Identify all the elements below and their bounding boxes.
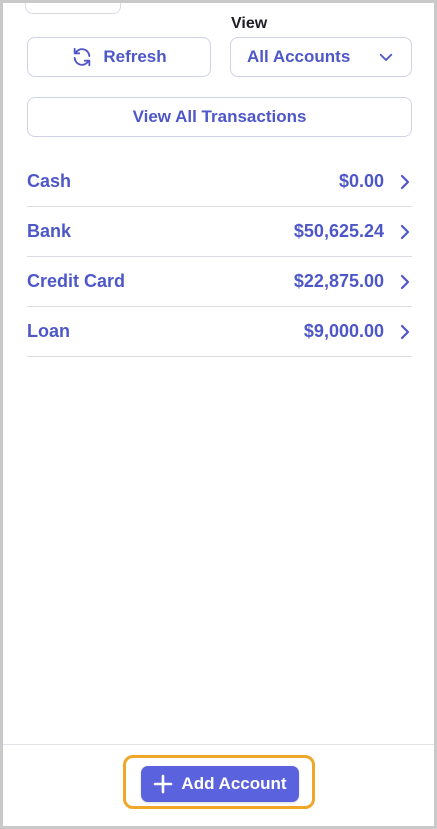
chevron-right-icon — [398, 324, 412, 340]
add-account-button[interactable]: Add Account — [141, 766, 299, 802]
account-amount: $50,625.24 — [293, 221, 384, 241]
accounts-list: Cash $0.00 Bank $50,625.24 Credit Card $… — [27, 157, 412, 357]
view-all-transactions-button[interactable]: View All Transactions — [27, 97, 412, 137]
chevron-down-icon — [379, 53, 393, 61]
view-select-value: All Accounts — [247, 47, 351, 66]
account-row-bank[interactable]: Bank $50,625.24 — [27, 207, 412, 257]
account-name: Credit Card — [27, 271, 126, 291]
app-frame: View Refresh All Accounts View All Trans… — [0, 0, 437, 829]
view-all-transactions-label: View All Transactions — [132, 107, 307, 126]
refresh-label: Refresh — [103, 47, 167, 66]
account-amount: $9,000.00 — [303, 321, 384, 341]
view-select[interactable]: All Accounts — [230, 37, 412, 77]
chevron-right-icon — [398, 174, 412, 190]
account-amount: $0.00 — [338, 171, 384, 191]
account-row-cash[interactable]: Cash $0.00 — [27, 157, 412, 207]
account-name: Bank — [27, 221, 72, 241]
chevron-right-icon — [398, 224, 412, 240]
plus-icon — [153, 774, 173, 794]
add-account-highlight: Add Account — [123, 755, 315, 809]
chevron-right-icon — [398, 274, 412, 290]
account-row-loan[interactable]: Loan $9,000.00 — [27, 307, 412, 357]
add-account-label: Add Account — [181, 774, 287, 793]
account-name: Cash — [27, 171, 72, 191]
account-row-credit-card[interactable]: Credit Card $22,875.00 — [27, 257, 412, 307]
partial-control-top[interactable] — [25, 3, 121, 14]
refresh-button[interactable]: Refresh — [27, 37, 211, 77]
account-amount: $22,875.00 — [293, 271, 384, 291]
refresh-icon — [74, 47, 91, 67]
view-label: View — [231, 15, 268, 32]
footer-bar: Add Account — [3, 744, 434, 826]
account-name: Loan — [27, 321, 70, 341]
